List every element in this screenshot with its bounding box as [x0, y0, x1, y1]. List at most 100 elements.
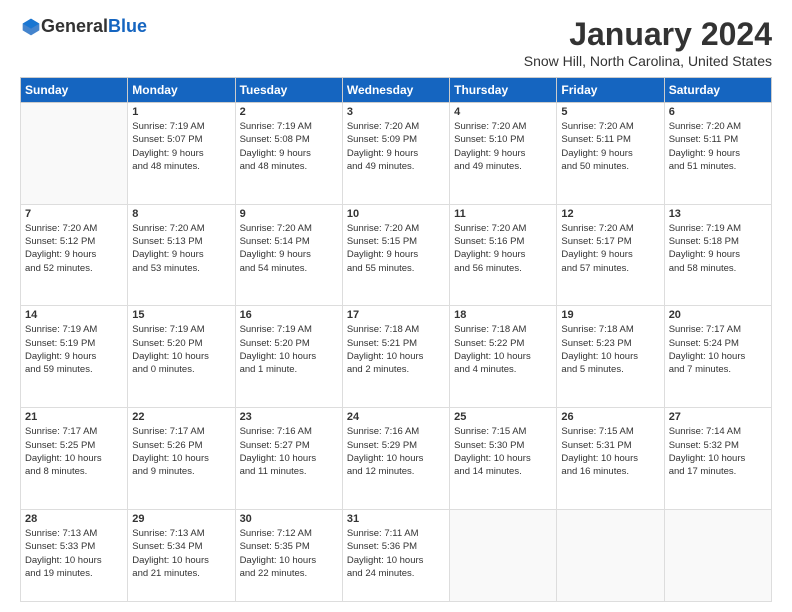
day-info: Sunrise: 7:19 AM Sunset: 5:08 PM Dayligh… [240, 120, 338, 173]
day-number: 19 [561, 309, 659, 321]
table-row [21, 103, 128, 205]
logo-blue: Blue [108, 16, 147, 36]
col-saturday: Saturday [664, 78, 771, 103]
week-row-2: 14Sunrise: 7:19 AM Sunset: 5:19 PM Dayli… [21, 306, 772, 408]
logo-icon [21, 17, 41, 37]
logo: GeneralBlue [20, 16, 147, 37]
day-info: Sunrise: 7:16 AM Sunset: 5:29 PM Dayligh… [347, 425, 445, 478]
day-number: 15 [132, 309, 230, 321]
logo-general: General [41, 16, 108, 36]
col-sunday: Sunday [21, 78, 128, 103]
title-block: January 2024 Snow Hill, North Carolina, … [524, 16, 772, 69]
table-row: 15Sunrise: 7:19 AM Sunset: 5:20 PM Dayli… [128, 306, 235, 408]
week-row-3: 21 Sunrise: 7:17 AM Sunset: 5:25 PM Dayli… [21, 408, 772, 510]
calendar-header: Sunday Monday Tuesday Wednesday Thursday… [21, 78, 772, 103]
table-row: 4Sunrise: 7:20 AM Sunset: 5:10 PM Daylig… [450, 103, 557, 205]
day-info: Sunrise: 7:18 AM Sunset: 5:21 PM Dayligh… [347, 323, 445, 376]
table-row: 26 Sunrise: 7:15 AM Sunset: 5:31 PM Dayli… [557, 408, 664, 510]
col-wednesday: Wednesday [342, 78, 449, 103]
table-row: 20 Sunrise: 7:17 AM Sunset: 5:24 PM Dayli… [664, 306, 771, 408]
day-number: 21 [25, 411, 123, 423]
day-number: 13 [669, 208, 767, 220]
logo-text: GeneralBlue [41, 16, 147, 37]
col-thursday: Thursday [450, 78, 557, 103]
day-number: 6 [669, 106, 767, 118]
table-row: 8 Sunrise: 7:20 AM Sunset: 5:13 PM Daylig… [128, 204, 235, 306]
table-row: 31 Sunrise: 7:11 AM Sunset: 5:36 PM Dayli… [342, 509, 449, 601]
day-number: 25 [454, 411, 552, 423]
table-row: 3 Sunrise: 7:20 AM Sunset: 5:09 PM Daylig… [342, 103, 449, 205]
table-row: 29Sunrise: 7:13 AM Sunset: 5:34 PM Dayli… [128, 509, 235, 601]
day-number: 24 [347, 411, 445, 423]
day-number: 16 [240, 309, 338, 321]
day-number: 2 [240, 106, 338, 118]
table-row: 18Sunrise: 7:18 AM Sunset: 5:22 PM Dayli… [450, 306, 557, 408]
col-friday: Friday [557, 78, 664, 103]
table-row: 22Sunrise: 7:17 AM Sunset: 5:26 PM Dayli… [128, 408, 235, 510]
day-info: Sunrise: 7:20 AM Sunset: 5:15 PM Dayligh… [347, 222, 445, 275]
table-row: 23Sunrise: 7:16 AM Sunset: 5:27 PM Dayli… [235, 408, 342, 510]
day-number: 8 [132, 208, 230, 220]
day-info: Sunrise: 7:20 AM Sunset: 5:17 PM Dayligh… [561, 222, 659, 275]
week-row-1: 7Sunrise: 7:20 AM Sunset: 5:12 PM Daylig… [21, 204, 772, 306]
day-info: Sunrise: 7:17 AM Sunset: 5:24 PM Dayligh… [669, 323, 767, 376]
table-row: 6Sunrise: 7:20 AM Sunset: 5:11 PM Daylig… [664, 103, 771, 205]
header-row: Sunday Monday Tuesday Wednesday Thursday… [21, 78, 772, 103]
month-title: January 2024 [524, 16, 772, 53]
header: GeneralBlue January 2024 Snow Hill, Nort… [20, 16, 772, 69]
table-row: 28 Sunrise: 7:13 AM Sunset: 5:33 PM Dayli… [21, 509, 128, 601]
location: Snow Hill, North Carolina, United States [524, 53, 772, 69]
table-row: 13Sunrise: 7:19 AM Sunset: 5:18 PM Dayli… [664, 204, 771, 306]
day-number: 17 [347, 309, 445, 321]
day-number: 31 [347, 513, 445, 525]
day-number: 9 [240, 208, 338, 220]
day-info: Sunrise: 7:16 AM Sunset: 5:27 PM Dayligh… [240, 425, 338, 478]
day-number: 7 [25, 208, 123, 220]
table-row [664, 509, 771, 601]
day-number: 3 [347, 106, 445, 118]
day-info: Sunrise: 7:18 AM Sunset: 5:23 PM Dayligh… [561, 323, 659, 376]
day-info: Sunrise: 7:11 AM Sunset: 5:36 PM Dayligh… [347, 527, 445, 580]
day-number: 29 [132, 513, 230, 525]
col-monday: Monday [128, 78, 235, 103]
table-row: 16 Sunrise: 7:19 AM Sunset: 5:20 PM Dayli… [235, 306, 342, 408]
day-info: Sunrise: 7:17 AM Sunset: 5:25 PM Dayligh… [25, 425, 123, 478]
day-info: Sunrise: 7:19 AM Sunset: 5:20 PM Dayligh… [240, 323, 338, 376]
day-info: Sunrise: 7:20 AM Sunset: 5:14 PM Dayligh… [240, 222, 338, 275]
week-row-4: 28 Sunrise: 7:13 AM Sunset: 5:33 PM Dayli… [21, 509, 772, 601]
table-row: 12 Sunrise: 7:20 AM Sunset: 5:17 PM Dayli… [557, 204, 664, 306]
day-number: 26 [561, 411, 659, 423]
day-number: 20 [669, 309, 767, 321]
day-info: Sunrise: 7:20 AM Sunset: 5:09 PM Dayligh… [347, 120, 445, 173]
day-info: Sunrise: 7:19 AM Sunset: 5:07 PM Dayligh… [132, 120, 230, 173]
day-info: Sunrise: 7:15 AM Sunset: 5:31 PM Dayligh… [561, 425, 659, 478]
table-row: 27Sunrise: 7:14 AM Sunset: 5:32 PM Dayli… [664, 408, 771, 510]
day-info: Sunrise: 7:18 AM Sunset: 5:22 PM Dayligh… [454, 323, 552, 376]
day-number: 28 [25, 513, 123, 525]
day-info: Sunrise: 7:20 AM Sunset: 5:13 PM Dayligh… [132, 222, 230, 275]
day-info: Sunrise: 7:13 AM Sunset: 5:33 PM Dayligh… [25, 527, 123, 580]
table-row: 30 Sunrise: 7:12 AM Sunset: 5:35 PM Dayli… [235, 509, 342, 601]
page: GeneralBlue January 2024 Snow Hill, Nort… [0, 0, 792, 612]
day-number: 22 [132, 411, 230, 423]
day-info: Sunrise: 7:20 AM Sunset: 5:11 PM Dayligh… [561, 120, 659, 173]
day-number: 14 [25, 309, 123, 321]
day-number: 5 [561, 106, 659, 118]
week-row-0: 1Sunrise: 7:19 AM Sunset: 5:07 PM Daylig… [21, 103, 772, 205]
table-row: 17 Sunrise: 7:18 AM Sunset: 5:21 PM Dayli… [342, 306, 449, 408]
day-info: Sunrise: 7:12 AM Sunset: 5:35 PM Dayligh… [240, 527, 338, 580]
table-row: 25 Sunrise: 7:15 AM Sunset: 5:30 PM Dayli… [450, 408, 557, 510]
calendar-body: 1Sunrise: 7:19 AM Sunset: 5:07 PM Daylig… [21, 103, 772, 602]
day-info: Sunrise: 7:20 AM Sunset: 5:16 PM Dayligh… [454, 222, 552, 275]
day-number: 12 [561, 208, 659, 220]
table-row [450, 509, 557, 601]
calendar-table: Sunday Monday Tuesday Wednesday Thursday… [20, 77, 772, 602]
table-row: 21 Sunrise: 7:17 AM Sunset: 5:25 PM Dayli… [21, 408, 128, 510]
day-info: Sunrise: 7:14 AM Sunset: 5:32 PM Dayligh… [669, 425, 767, 478]
table-row: 1Sunrise: 7:19 AM Sunset: 5:07 PM Daylig… [128, 103, 235, 205]
day-info: Sunrise: 7:15 AM Sunset: 5:30 PM Dayligh… [454, 425, 552, 478]
table-row: 2 Sunrise: 7:19 AM Sunset: 5:08 PM Daylig… [235, 103, 342, 205]
day-number: 30 [240, 513, 338, 525]
col-tuesday: Tuesday [235, 78, 342, 103]
table-row: 14Sunrise: 7:19 AM Sunset: 5:19 PM Dayli… [21, 306, 128, 408]
